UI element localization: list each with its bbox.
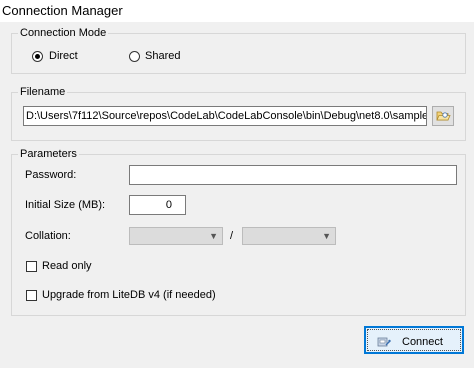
shared-radio[interactable] — [129, 51, 140, 62]
window-title: Connection Manager — [2, 3, 123, 18]
collation-separator: / — [230, 230, 234, 242]
connection-mode-legend: Connection Mode — [18, 26, 109, 40]
title-bar: Connection Manager — [0, 0, 474, 22]
direct-radio-label[interactable]: Direct — [49, 50, 78, 62]
password-label: Password: — [25, 169, 77, 181]
database-connect-icon — [377, 337, 391, 347]
chevron-down-icon: ▼ — [209, 231, 218, 241]
browse-file-button[interactable] — [432, 106, 454, 126]
connection-manager-window: Connection Manager Connection Mode Direc… — [0, 0, 474, 368]
collation-culture-select[interactable]: ▼ — [129, 227, 223, 245]
upgrade-checkbox[interactable] — [26, 290, 37, 301]
filename-legend: Filename — [18, 85, 68, 99]
password-input[interactable] — [129, 165, 457, 185]
collation-options-select[interactable]: ▼ — [242, 227, 336, 245]
filename-group: Filename D:\Users\7f112\Source\repos\Cod… — [11, 85, 466, 141]
read-only-label[interactable]: Read only — [42, 260, 92, 272]
read-only-checkbox[interactable] — [26, 261, 37, 272]
collation-label: Collation: — [25, 230, 71, 242]
direct-radio[interactable] — [32, 51, 43, 62]
filename-input[interactable]: D:\Users\7f112\Source\repos\CodeLab\Code… — [23, 106, 427, 126]
chevron-down-icon: ▼ — [322, 231, 331, 241]
shared-radio-label[interactable]: Shared — [145, 50, 180, 62]
upgrade-label[interactable]: Upgrade from LiteDB v4 (if needed) — [42, 289, 216, 301]
initial-size-label: Initial Size (MB): — [25, 199, 106, 211]
initial-size-input[interactable]: 0 — [129, 195, 186, 215]
connection-mode-group: Connection Mode Direct Shared — [11, 26, 466, 74]
parameters-legend: Parameters — [18, 147, 79, 161]
parameters-group: Parameters Password: Initial Size (MB): … — [11, 147, 466, 316]
connect-button-label: Connect — [402, 336, 443, 348]
focus-rectangle: Connect — [367, 329, 461, 351]
folder-open-icon — [436, 111, 451, 121]
radio-selected-dot — [35, 54, 40, 59]
connect-button[interactable]: Connect — [364, 326, 464, 354]
